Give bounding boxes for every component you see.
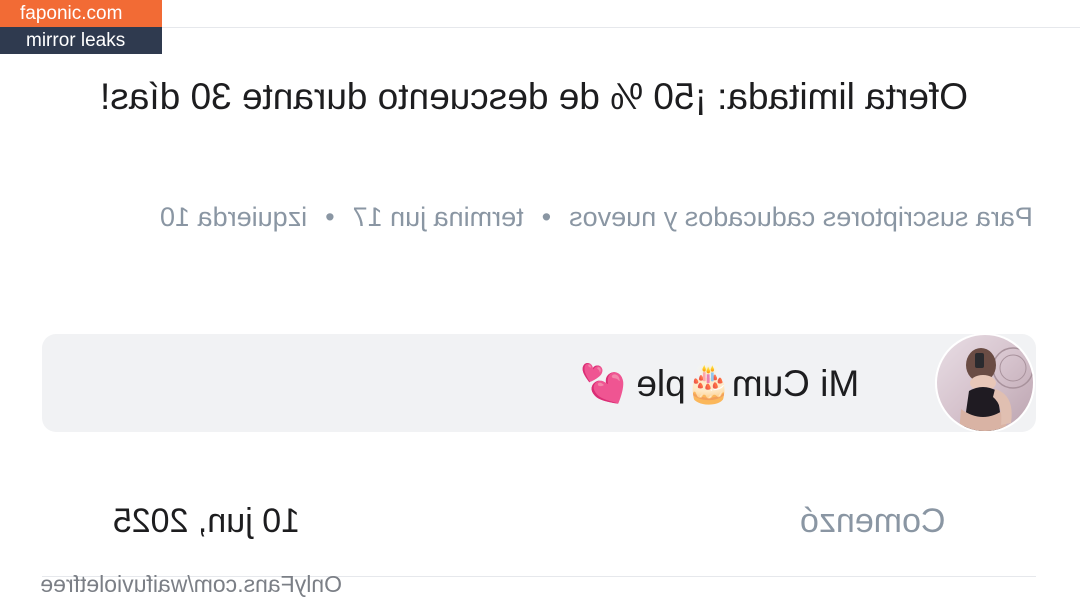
footer-url: OnlyFans.com/waifuvioletfree: [40, 571, 342, 597]
campaign-title: Mi Cum🎂ple 💕: [580, 363, 860, 404]
top-divider: [0, 27, 1080, 28]
watermark-site: faponic.com: [0, 0, 162, 27]
separator-dot: •: [325, 202, 335, 232]
offer-ends: termina jun 17: [352, 202, 524, 232]
watermark-badge: faponic.com mirror leaks: [0, 0, 162, 54]
offer-remaining: izquierda 10: [160, 202, 308, 232]
separator-dot: •: [541, 202, 552, 232]
started-label: Comenzó: [800, 502, 946, 540]
started-date: 10 jun, 2025: [112, 502, 300, 540]
offer-audience: Para suscriptores caducados y nuevos: [569, 202, 1033, 232]
avatar[interactable]: [935, 333, 1035, 433]
offer-page: faponic.com mirror leaks Oferta limitada…: [0, 0, 1080, 610]
avatar-image: [935, 333, 1035, 433]
watermark-subtitle: mirror leaks: [0, 27, 162, 54]
offer-title: Oferta limitada: ¡50 % de descuento dura…: [100, 76, 968, 117]
offer-details: Para suscriptores caducados y nuevos • ter…: [160, 193, 1036, 241]
